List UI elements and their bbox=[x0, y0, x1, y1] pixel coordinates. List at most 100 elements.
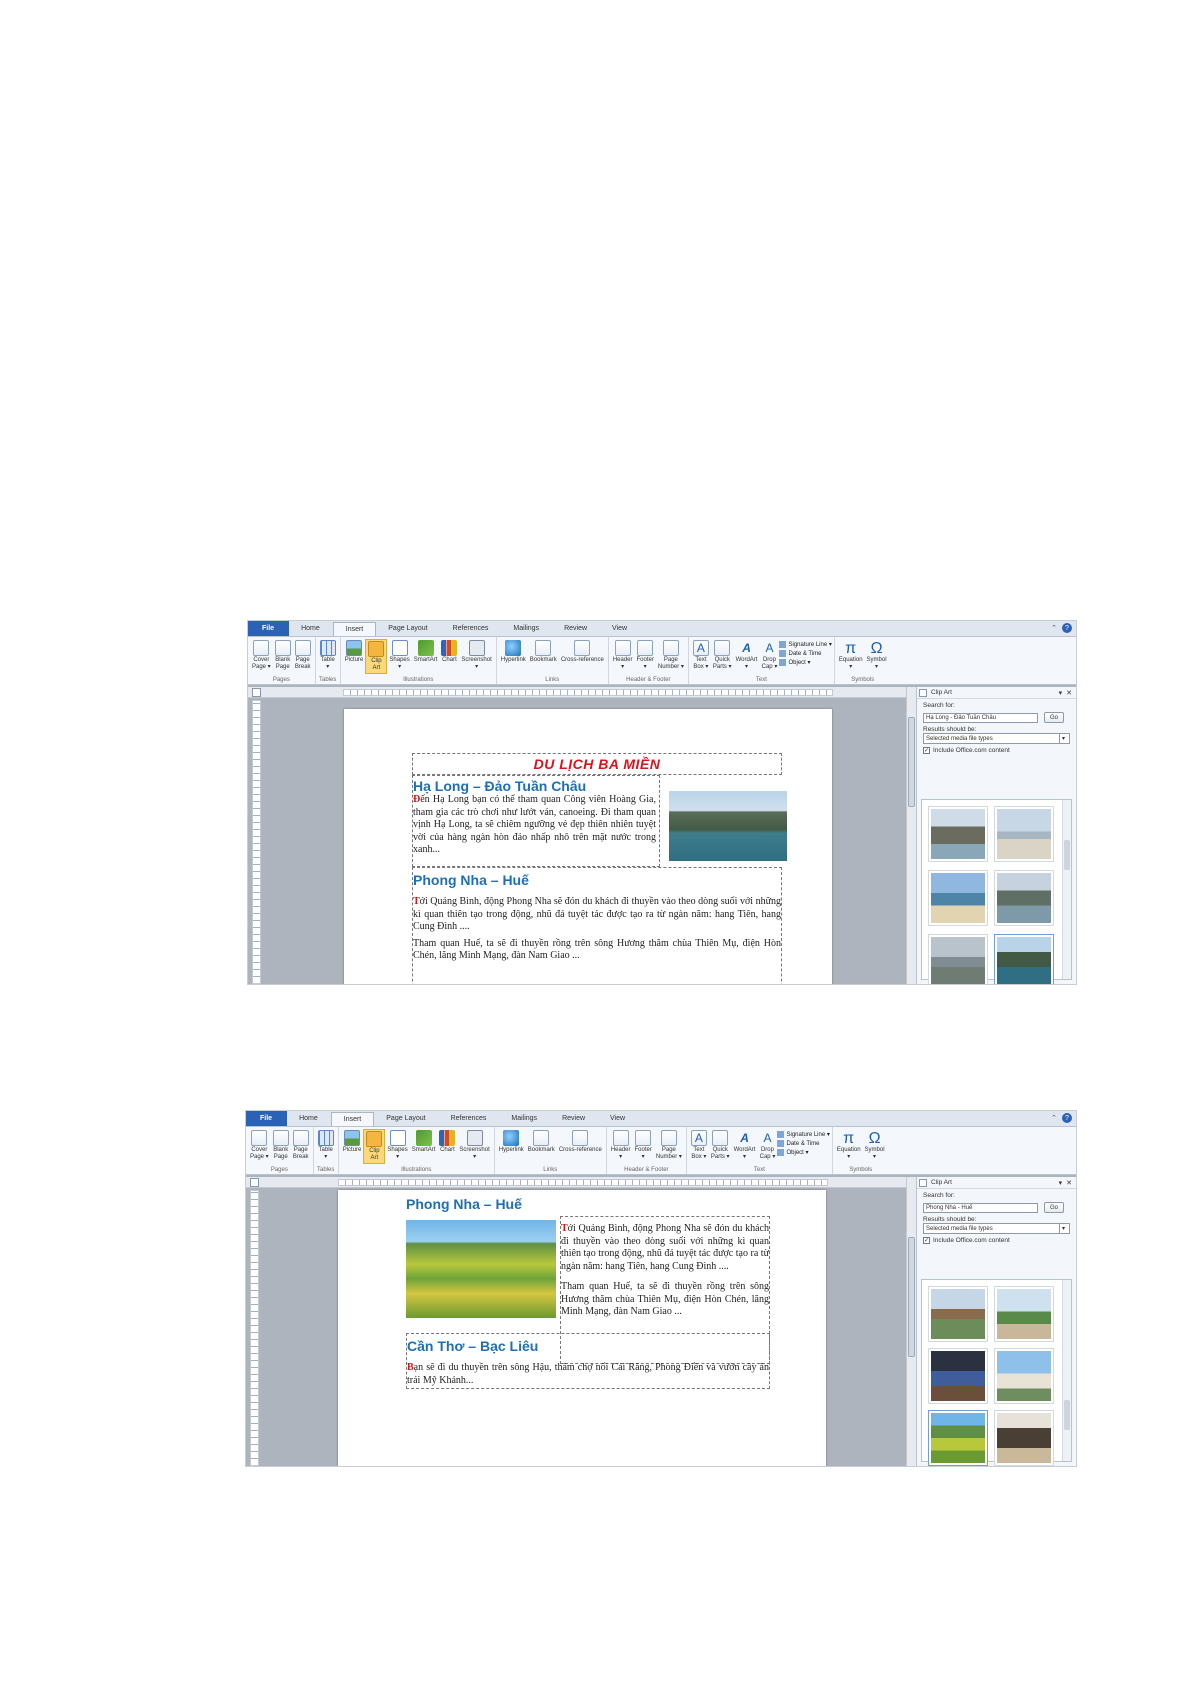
clip-result-5[interactable] bbox=[928, 934, 988, 984]
tab-page-layout[interactable]: Page Layout bbox=[376, 621, 440, 636]
vertical-scrollbar[interactable] bbox=[906, 1177, 916, 1466]
wordart-button[interactable]: A WordArt ▾ bbox=[734, 639, 760, 672]
tab-references[interactable]: References bbox=[439, 1111, 500, 1126]
go-button[interactable]: Go bbox=[1044, 712, 1065, 723]
tab-review[interactable]: Review bbox=[552, 621, 600, 636]
clip-art-button[interactable]: Clip Art bbox=[363, 1129, 386, 1164]
tab-mailings[interactable]: Mailings bbox=[501, 621, 552, 636]
vertical-ruler[interactable] bbox=[250, 1190, 259, 1466]
clip-result-1[interactable] bbox=[928, 806, 988, 862]
tab-home[interactable]: Home bbox=[289, 621, 333, 636]
quick-parts-button[interactable]: Quick Parts ▾ bbox=[709, 1129, 732, 1162]
tab-insert[interactable]: Insert bbox=[332, 622, 377, 636]
search-input[interactable]: Hạ Long - Đảo Tuần Châu bbox=[923, 712, 1038, 723]
date-time-button[interactable]: Date & Time bbox=[779, 650, 831, 657]
results-type-select[interactable]: Selected media file types ▾ bbox=[923, 733, 1070, 744]
blank-page-button[interactable]: Blank Page bbox=[273, 639, 293, 672]
drop-cap-button[interactable]: A Drop Cap ▾ bbox=[759, 639, 779, 672]
help-icon[interactable]: ? bbox=[1062, 623, 1072, 633]
cross-reference-button[interactable]: Cross-reference bbox=[559, 639, 606, 665]
footer-button[interactable]: Footer ▾ bbox=[633, 1129, 654, 1162]
header-button[interactable]: Header ▾ bbox=[611, 639, 635, 672]
shapes-button[interactable]: Shapes ▾ bbox=[385, 1129, 409, 1162]
help-icon[interactable]: ? bbox=[1062, 1113, 1072, 1123]
tab-references[interactable]: References bbox=[441, 621, 502, 636]
bookmark-button[interactable]: Bookmark bbox=[526, 1129, 557, 1155]
horizontal-ruler[interactable] bbox=[248, 687, 916, 698]
signature-line-button[interactable]: Signature Line ▾ bbox=[779, 641, 832, 648]
clip-result-4[interactable] bbox=[994, 870, 1054, 926]
vertical-scrollbar[interactable] bbox=[906, 687, 916, 984]
symbol-button[interactable]: Ω Symbol ▾ bbox=[865, 639, 889, 672]
signature-line-button[interactable]: Signature Line ▾ bbox=[777, 1131, 830, 1138]
clip-result-6[interactable] bbox=[994, 1410, 1054, 1466]
minimize-ribbon-icon[interactable]: ⌃ bbox=[1049, 1113, 1059, 1123]
vertical-ruler[interactable] bbox=[252, 700, 261, 984]
tab-file[interactable]: File bbox=[246, 1111, 288, 1126]
table-button[interactable]: Table ▾ bbox=[316, 1129, 336, 1162]
go-button[interactable]: Go bbox=[1044, 1202, 1065, 1213]
clip-result-6-selected[interactable] bbox=[994, 934, 1054, 984]
tab-selector-icon[interactable] bbox=[250, 1178, 259, 1187]
screenshot-button[interactable]: Screenshot ▾ bbox=[459, 639, 493, 672]
horizontal-ruler[interactable] bbox=[246, 1177, 916, 1188]
wordart-button[interactable]: A WordArt ▾ bbox=[732, 1129, 758, 1162]
tab-insert[interactable]: Insert bbox=[330, 1112, 375, 1126]
close-icon[interactable]: ✕ bbox=[1066, 1179, 1072, 1187]
include-office-checkbox[interactable]: ✓ Include Office.com content bbox=[923, 747, 1070, 754]
clip-result-2[interactable] bbox=[994, 1286, 1054, 1342]
include-office-checkbox[interactable]: ✓ Include Office.com content bbox=[923, 1237, 1070, 1244]
blank-page-button[interactable]: Blank Page bbox=[271, 1129, 291, 1162]
tab-page-layout[interactable]: Page Layout bbox=[374, 1111, 438, 1126]
hyperlink-button[interactable]: Hyperlink bbox=[497, 1129, 526, 1155]
clip-result-4[interactable] bbox=[994, 1348, 1054, 1404]
pane-options-icon[interactable]: ▾ bbox=[1059, 1179, 1063, 1187]
object-button[interactable]: Object ▾ bbox=[779, 659, 831, 666]
page-break-button[interactable]: Page Break bbox=[293, 639, 313, 672]
close-icon[interactable]: ✕ bbox=[1066, 689, 1072, 697]
results-scrollbar[interactable] bbox=[1062, 800, 1071, 979]
picture-button[interactable]: Picture bbox=[343, 639, 366, 665]
cover-page-button[interactable]: Cover Page ▾ bbox=[250, 639, 273, 672]
document-page[interactable]: DU LỊCH BA MIỀN Hạ Long – Đảo Tuần Châu … bbox=[344, 709, 832, 984]
document-area[interactable]: DU LỊCH BA MIỀN Hạ Long – Đảo Tuần Châu … bbox=[248, 687, 916, 984]
page-number-button[interactable]: Page Number ▾ bbox=[656, 639, 686, 672]
header-button[interactable]: Header ▾ bbox=[609, 1129, 633, 1162]
tab-view[interactable]: View bbox=[600, 621, 640, 636]
results-type-select[interactable]: Selected media file types ▾ bbox=[923, 1223, 1070, 1234]
bookmark-button[interactable]: Bookmark bbox=[528, 639, 559, 665]
footer-button[interactable]: Footer ▾ bbox=[635, 639, 656, 672]
results-scrollbar[interactable] bbox=[1062, 1280, 1071, 1461]
pane-options-icon[interactable]: ▾ bbox=[1059, 689, 1063, 697]
cover-page-button[interactable]: Cover Page ▾ bbox=[248, 1129, 271, 1162]
symbol-button[interactable]: Ω Symbol ▾ bbox=[863, 1129, 887, 1162]
clip-result-3[interactable] bbox=[928, 1348, 988, 1404]
clip-result-2[interactable] bbox=[994, 806, 1054, 862]
drop-cap-button[interactable]: A Drop Cap ▾ bbox=[757, 1129, 777, 1162]
halong-bay-photo[interactable] bbox=[669, 791, 787, 861]
screenshot-button[interactable]: Screenshot ▾ bbox=[457, 1129, 491, 1162]
clip-result-1[interactable] bbox=[928, 1286, 988, 1342]
text-box-button[interactable]: A Text Box ▾ bbox=[689, 1129, 709, 1162]
cross-reference-button[interactable]: Cross-reference bbox=[557, 1129, 604, 1155]
chart-button[interactable]: Chart bbox=[437, 1129, 457, 1155]
table-button[interactable]: Table ▾ bbox=[318, 639, 338, 672]
document-page[interactable]: Phong Nha – Huế Tới Quảng Bình, động Pho… bbox=[338, 1190, 826, 1466]
tab-file[interactable]: File bbox=[248, 621, 290, 636]
tab-review[interactable]: Review bbox=[550, 1111, 598, 1126]
hyperlink-button[interactable]: Hyperlink bbox=[499, 639, 528, 665]
minimize-ribbon-icon[interactable]: ⌃ bbox=[1049, 623, 1059, 633]
tab-mailings[interactable]: Mailings bbox=[499, 1111, 550, 1126]
clip-result-5-selected[interactable] bbox=[928, 1410, 988, 1466]
tab-view[interactable]: View bbox=[598, 1111, 638, 1126]
smartart-button[interactable]: SmartArt bbox=[412, 639, 440, 665]
search-input[interactable]: Phong Nha - Huế bbox=[923, 1202, 1038, 1213]
clip-result-3[interactable] bbox=[928, 870, 988, 926]
text-box-button[interactable]: A Text Box ▾ bbox=[691, 639, 711, 672]
picture-button[interactable]: Picture bbox=[341, 1129, 364, 1155]
quick-parts-button[interactable]: Quick Parts ▾ bbox=[711, 639, 734, 672]
page-break-button[interactable]: Page Break bbox=[291, 1129, 311, 1162]
equation-button[interactable]: π Equation ▾ bbox=[837, 639, 865, 672]
object-button[interactable]: Object ▾ bbox=[777, 1149, 829, 1156]
rice-terrace-photo[interactable] bbox=[406, 1220, 556, 1318]
